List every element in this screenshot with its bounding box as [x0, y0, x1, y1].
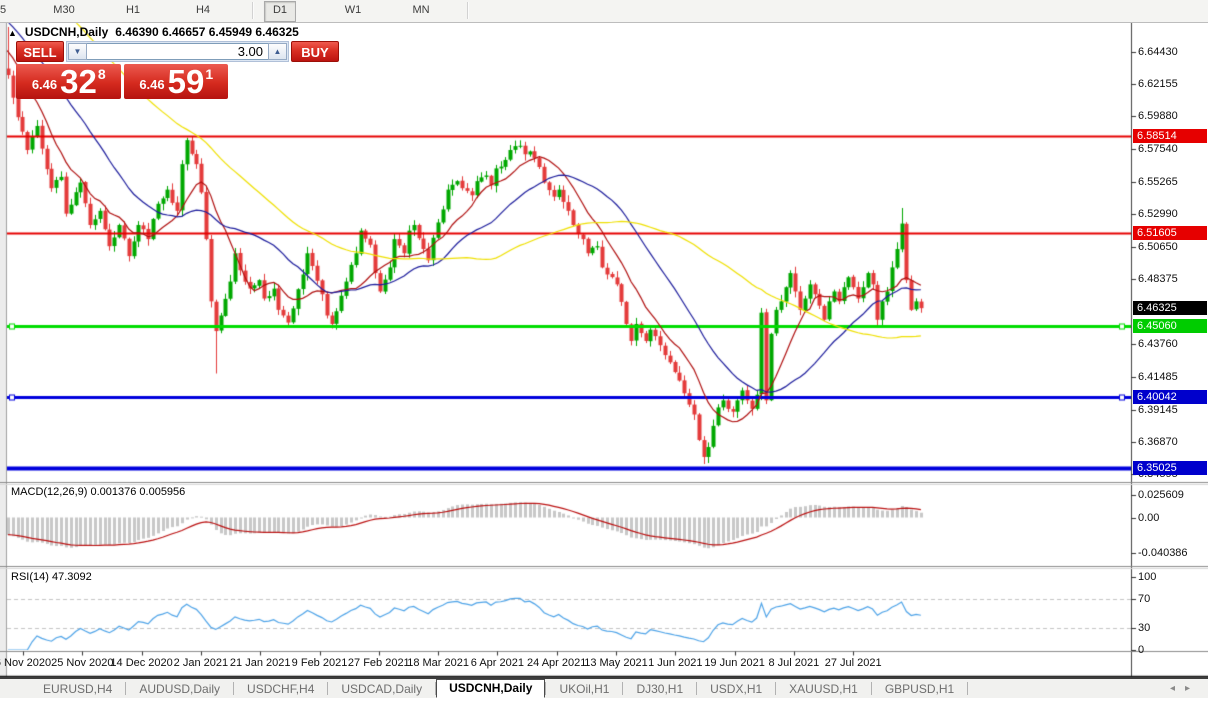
price-line-badge: 6.46325	[1133, 301, 1207, 315]
timeframe-button-d1[interactable]: D1	[264, 1, 296, 22]
date-tick-label: 6 Nov 2020	[0, 657, 51, 669]
trade-controls-row: SELL ▼ ▲ BUY	[16, 41, 228, 62]
timeframe-button-h4[interactable]: H4	[188, 1, 218, 20]
price-line-badge: 6.51605	[1133, 226, 1207, 240]
chart-symbol-label: USDCNH,Daily	[25, 25, 108, 39]
chart-tab-bar: EURUSD,H4AUDUSD,DailyUSDCHF,H4USDCAD,Dai…	[0, 677, 1208, 698]
date-tick-label: 25 Nov 2020	[51, 657, 113, 669]
date-tick-label: 18 Mar 2021	[407, 657, 469, 669]
chart-title: ▲ USDCNH,Daily 6.46390 6.46657 6.45949 6.4…	[8, 25, 299, 39]
date-tick-label: 9 Feb 2021	[292, 657, 348, 669]
chart-scroll-icon: ▲	[8, 28, 17, 38]
buy-price-prefix: 6.46	[139, 77, 164, 92]
volume-increase-icon[interactable]: ▲	[268, 43, 287, 60]
timeframe-button-5[interactable]: 5	[0, 1, 14, 20]
date-tick-label: 13 May 2021	[584, 657, 648, 669]
chart-tab-usdcad[interactable]: USDCAD,Daily	[328, 681, 435, 697]
chart-tab-xauusd[interactable]: XAUUSD,H1	[776, 681, 871, 697]
date-tick-label: 21 Jan 2021	[230, 657, 291, 669]
toolbar-separator	[467, 2, 469, 19]
volume-decrease-icon[interactable]: ▼	[68, 43, 87, 60]
date-tick-label: 19 Jun 2021	[704, 657, 765, 669]
macd-tick-label: 0.00	[1138, 512, 1159, 524]
timeframe-button-w1[interactable]: W1	[337, 1, 370, 20]
chart-tab-eurusd[interactable]: EURUSD,H4	[30, 681, 125, 697]
price-chart-canvas[interactable]	[0, 0, 1208, 703]
chart-tab-gbpusd[interactable]: GBPUSD,H1	[872, 681, 967, 697]
price-tick-label: 6.52990	[1138, 208, 1178, 220]
chart-tab-ukoil[interactable]: UKOil,H1	[546, 681, 622, 697]
rsi-tick-label: 100	[1138, 571, 1156, 583]
timeframe-button-mn[interactable]: MN	[404, 1, 437, 20]
buy-price-point: 1	[205, 66, 213, 82]
rsi-tick-label: 70	[1138, 593, 1150, 605]
sell-price-pips: 32	[60, 65, 97, 98]
price-tick-label: 6.43760	[1138, 338, 1178, 350]
one-click-trading-panel: SELL ▼ ▲ BUY 6.46 32 8 6.46 59 1	[16, 41, 228, 99]
date-tick-label: 6 Apr 2021	[471, 657, 524, 669]
date-tick-label: 27 Jul 2021	[825, 657, 882, 669]
date-tick-label: 2 Jan 2021	[174, 657, 228, 669]
macd-tick-label: 0.025609	[1138, 489, 1184, 501]
sell-price-prefix: 6.46	[32, 77, 57, 92]
buy-price-box[interactable]: 6.46 59 1	[124, 64, 229, 99]
date-tick-label: 27 Feb 2021	[348, 657, 410, 669]
tab-scroll-arrows[interactable]: ◂▸	[1170, 683, 1200, 694]
price-tick-label: 6.62155	[1138, 78, 1178, 90]
chart-tab-usdcnh[interactable]: USDCNH,Daily	[436, 679, 545, 698]
chart-ohlc-values: 6.46390 6.46657 6.45949 6.46325	[115, 25, 299, 39]
trade-prices-row: 6.46 32 8 6.46 59 1	[16, 64, 228, 99]
date-tick-label: 14 Dec 2020	[110, 657, 172, 669]
tab-separator	[967, 682, 968, 695]
timeframe-toolbar: 5 M30 H1 H4 D1 W1 MN	[0, 0, 1208, 23]
chart-tab-usdx[interactable]: USDX,H1	[697, 681, 775, 697]
rsi-indicator-label: RSI(14) 47.3092	[11, 571, 92, 583]
price-tick-label: 6.59880	[1138, 110, 1178, 122]
price-tick-label: 6.41485	[1138, 371, 1178, 383]
toolbar-separator	[252, 2, 254, 19]
tab-scroll-right-icon[interactable]: ▸	[1185, 683, 1200, 694]
price-tick-label: 6.36870	[1138, 436, 1178, 448]
sell-button[interactable]: SELL	[16, 41, 64, 62]
rsi-tick-label: 0	[1138, 644, 1144, 656]
volume-spinner: ▼ ▲	[66, 41, 289, 62]
price-line-badge: 6.35025	[1133, 461, 1207, 475]
volume-input[interactable]	[87, 43, 268, 60]
buy-price-pips: 59	[168, 65, 205, 98]
chart-tab-usdchf[interactable]: USDCHF,H4	[234, 681, 327, 697]
date-tick-label: 8 Jul 2021	[769, 657, 820, 669]
date-tick-label: 1 Jun 2021	[648, 657, 702, 669]
macd-indicator-label: MACD(12,26,9) 0.001376 0.005956	[11, 486, 185, 498]
sell-price-point: 8	[98, 66, 106, 82]
price-line-badge: 6.45060	[1133, 319, 1207, 333]
price-tick-label: 6.57540	[1138, 143, 1178, 155]
price-tick-label: 6.39145	[1138, 404, 1178, 416]
rsi-tick-label: 30	[1138, 622, 1150, 634]
buy-button[interactable]: BUY	[291, 41, 339, 62]
chart-tab-audusd[interactable]: AUDUSD,Daily	[126, 681, 233, 697]
sell-price-box[interactable]: 6.46 32 8	[16, 64, 121, 99]
macd-tick-label: -0.040386	[1138, 547, 1188, 559]
price-tick-label: 6.50650	[1138, 241, 1178, 253]
price-line-badge: 6.40042	[1133, 390, 1207, 404]
date-tick-label: 24 Apr 2021	[527, 657, 586, 669]
price-tick-label: 6.48375	[1138, 273, 1178, 285]
price-tick-label: 6.64430	[1138, 46, 1178, 58]
chart-tab-dj30[interactable]: DJ30,H1	[623, 681, 696, 697]
price-tick-label: 6.55265	[1138, 176, 1178, 188]
tab-scroll-left-icon[interactable]: ◂	[1170, 683, 1185, 694]
timeframe-button-h1[interactable]: H1	[118, 1, 148, 20]
timeframe-button-m30[interactable]: M30	[45, 1, 82, 20]
price-line-badge: 6.58514	[1133, 129, 1207, 143]
